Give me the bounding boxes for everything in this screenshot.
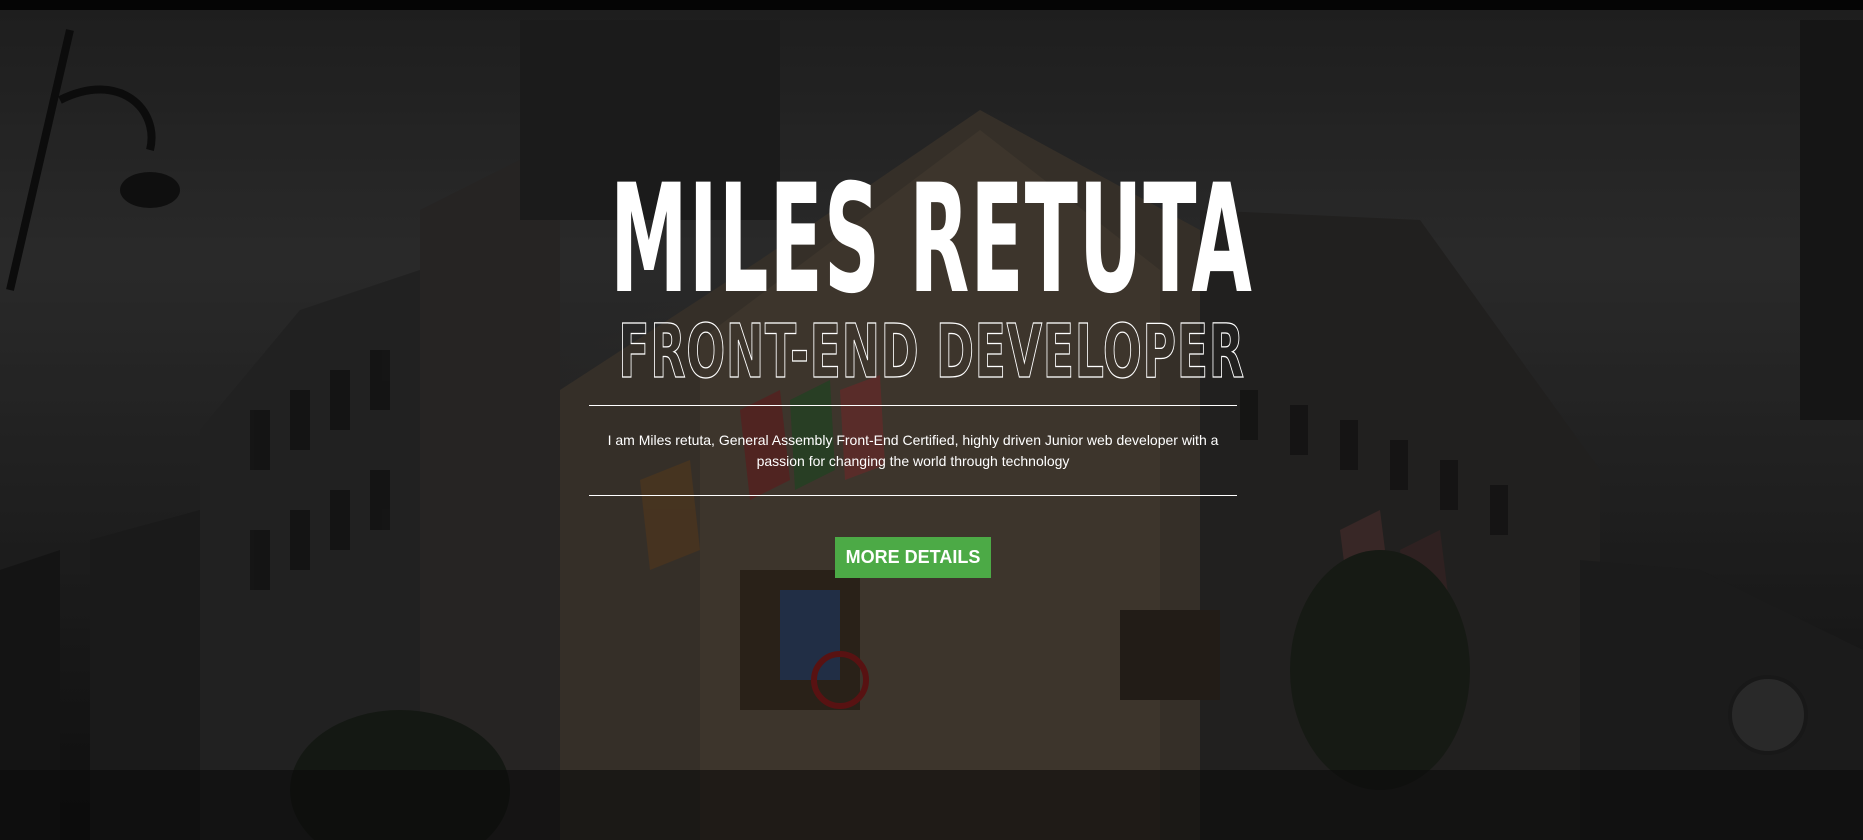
hero-name-heading: MILES RETUTA (610, 153, 1253, 327)
divider-top (589, 405, 1237, 406)
hero-bio-text: I am Miles retuta, General Assembly Fron… (607, 432, 1219, 469)
hero-role-subheading: FRONT-END DEVELOPER (618, 309, 1245, 395)
hero-content: MILES RETUTA FRONT-END DEVELOPER I am Mi… (0, 0, 1863, 840)
more-details-button[interactable]: MORE DETAILS (835, 537, 991, 578)
divider-bottom (589, 495, 1237, 496)
page: MILES RETUTA FRONT-END DEVELOPER I am Mi… (0, 0, 1863, 840)
